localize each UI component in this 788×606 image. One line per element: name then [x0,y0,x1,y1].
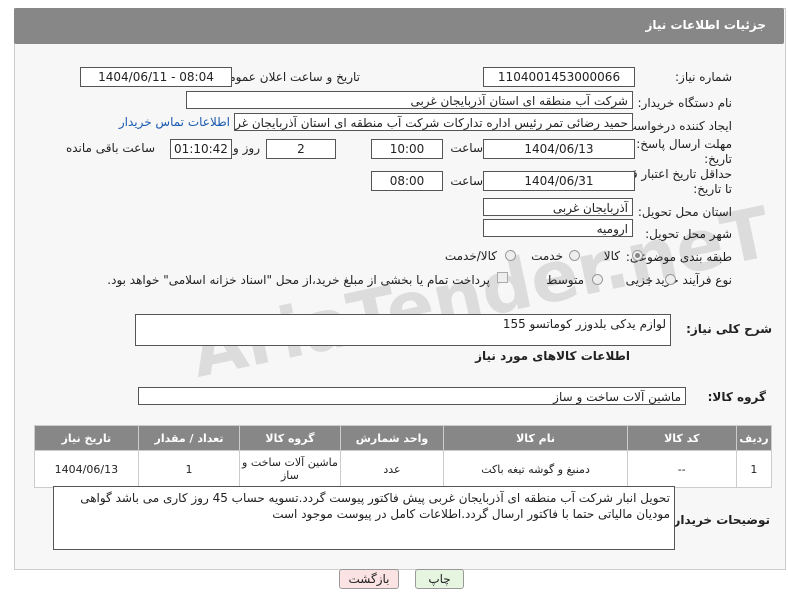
col-name-header: نام کالا [443,425,628,451]
cell-date: 1404/06/13 [34,450,139,488]
cell-name: دمنبغ و گوشه تیغه باکت [443,450,628,488]
buyer-notes-textarea[interactable]: تحویل انبار شرکت آب منطقه ای آذربایجان غ… [53,486,675,550]
announce-field: 1404/06/11 - 08:04 [80,67,232,87]
price-time-label: ساعت [450,174,483,188]
cell-group: ماشین آلات ساخت و ساز [239,450,341,488]
announce-label: تاریخ و ساعت اعلان عمومی: [215,70,360,84]
reply-deadline-label: مهلت ارسال پاسخ: تا [625,137,732,151]
reply-date-field: 1404/06/13 [483,139,635,159]
goods-table: ردیف کد کالا نام کالا واحد شمارش گروه کا… [34,425,773,488]
cell-row: 1 [735,450,773,488]
days-field: 2 [266,139,336,159]
col-qty-header: تعداد / مقدار [137,425,241,451]
goods-group-label: گروه کالا: [707,390,766,404]
process-minor-radio[interactable] [665,274,676,285]
buyer-notes-line-1: تحویل انبار شرکت آب منطقه ای آذربایجان غ… [80,491,670,505]
creator-label: ایجاد کننده درخواست: [621,119,732,133]
col-unit-header: واحد شمارش [339,425,445,451]
days-label: روز و [233,141,260,155]
payment-note: پرداخت تمام یا بخشی از مبلغ خرید،از محل … [107,273,490,287]
category-goods-radio[interactable] [632,250,643,261]
description-textarea[interactable]: لوازم یدکی بلدوزر کوماتسو 155 [135,314,671,346]
page-title: جزئیات اطلاعات نیاز [645,18,766,32]
payment-checkbox[interactable] [497,272,508,283]
creator-field: حمید رضائی تمر رئیس اداره تدارکات شرکت آ… [234,113,633,131]
category-service-radio[interactable] [569,250,580,261]
process-label: نوع فرآیند خرید : [647,273,732,287]
remaining-time-field: 01:10:42 [170,139,232,159]
buyer-org-field: شرکت آب منطقه ای استان آذربایجان غربی [186,91,633,109]
province-field: آذربایجان غربی [483,198,633,216]
description-label: شرح کلی نیاز: [686,322,772,336]
table-row: 1 -- دمنبغ و گوشه تیغه باکت عدد ماشین آل… [34,450,773,488]
col-code-header: کد کالا [626,425,737,451]
col-group-header: گروه کالا [239,425,341,451]
province-label: استان محل تحویل: [637,205,732,219]
page-header: جزئیات اطلاعات نیاز [14,8,784,44]
buyer-notes-label: توضیحات خریدار: [668,513,770,527]
need-number-label: شماره نیاز: [675,70,732,84]
process-medium-label: متوسط [546,273,584,287]
cell-unit: عدد [339,450,445,488]
cell-code: -- [626,450,737,488]
remaining-time-label: ساعت باقی مانده [65,141,155,155]
process-medium-radio[interactable] [592,274,603,285]
need-number-field: 1104001453000066 [483,67,635,87]
category-goods-label: کالا [603,249,620,263]
table-header-row: ردیف کد کالا نام کالا واحد شمارش گروه کا… [34,425,773,451]
city-label: شهر محل تحویل: [645,227,732,241]
city-field: ارومیه [483,219,633,237]
col-date-header: تاریخ نیاز [34,425,139,451]
goods-section-title: اطلاعات کالاهای مورد نیاز [475,349,630,363]
buyer-org-label: نام دستگاه خریدار: [637,96,733,110]
reply-deadline-label-2: تاریخ: [704,152,732,166]
cell-qty: 1 [137,450,241,488]
reply-time-label: ساعت [450,141,483,155]
buyer-notes-line-2: مودیان مالیاتی حتما با فاکتور ارسال گردد… [272,507,670,521]
goods-group-field: ماشین آلات ساخت و ساز [138,387,686,405]
reply-time-field: 10:00 [371,139,443,159]
print-button[interactable]: چاپ [415,569,464,589]
category-goods-service-label: کالا/خدمت [444,249,497,263]
category-goods-service-radio[interactable] [505,250,516,261]
back-button[interactable]: بازگشت [339,569,399,589]
price-time-field: 08:00 [371,171,443,191]
process-minor-label: جزیی [625,273,653,287]
category-service-label: خدمت [531,249,563,263]
buyer-contact-link[interactable]: اطلاعات تماس خریدار [119,115,230,129]
price-validity-label-2: تا تاریخ: [693,182,732,196]
col-row-header: ردیف [735,425,773,451]
price-date-field: 1404/06/31 [483,171,635,191]
